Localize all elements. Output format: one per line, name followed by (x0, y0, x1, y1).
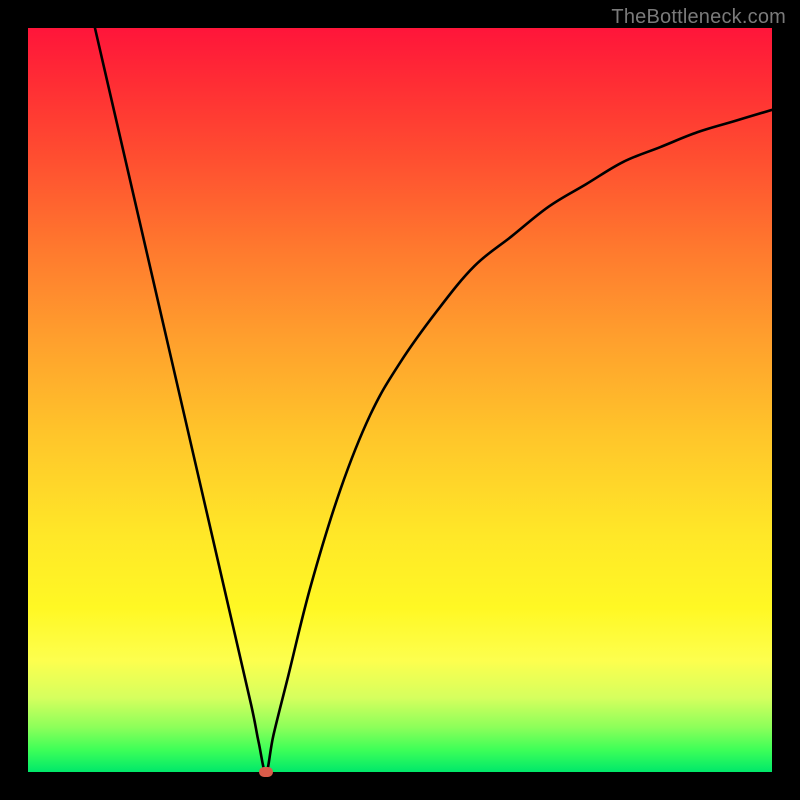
minimum-marker (259, 767, 273, 777)
curve-path (95, 28, 772, 772)
watermark-text: TheBottleneck.com (611, 6, 786, 29)
plot-area (28, 28, 772, 772)
bottleneck-curve (28, 28, 772, 772)
chart-frame: TheBottleneck.com (0, 0, 800, 800)
